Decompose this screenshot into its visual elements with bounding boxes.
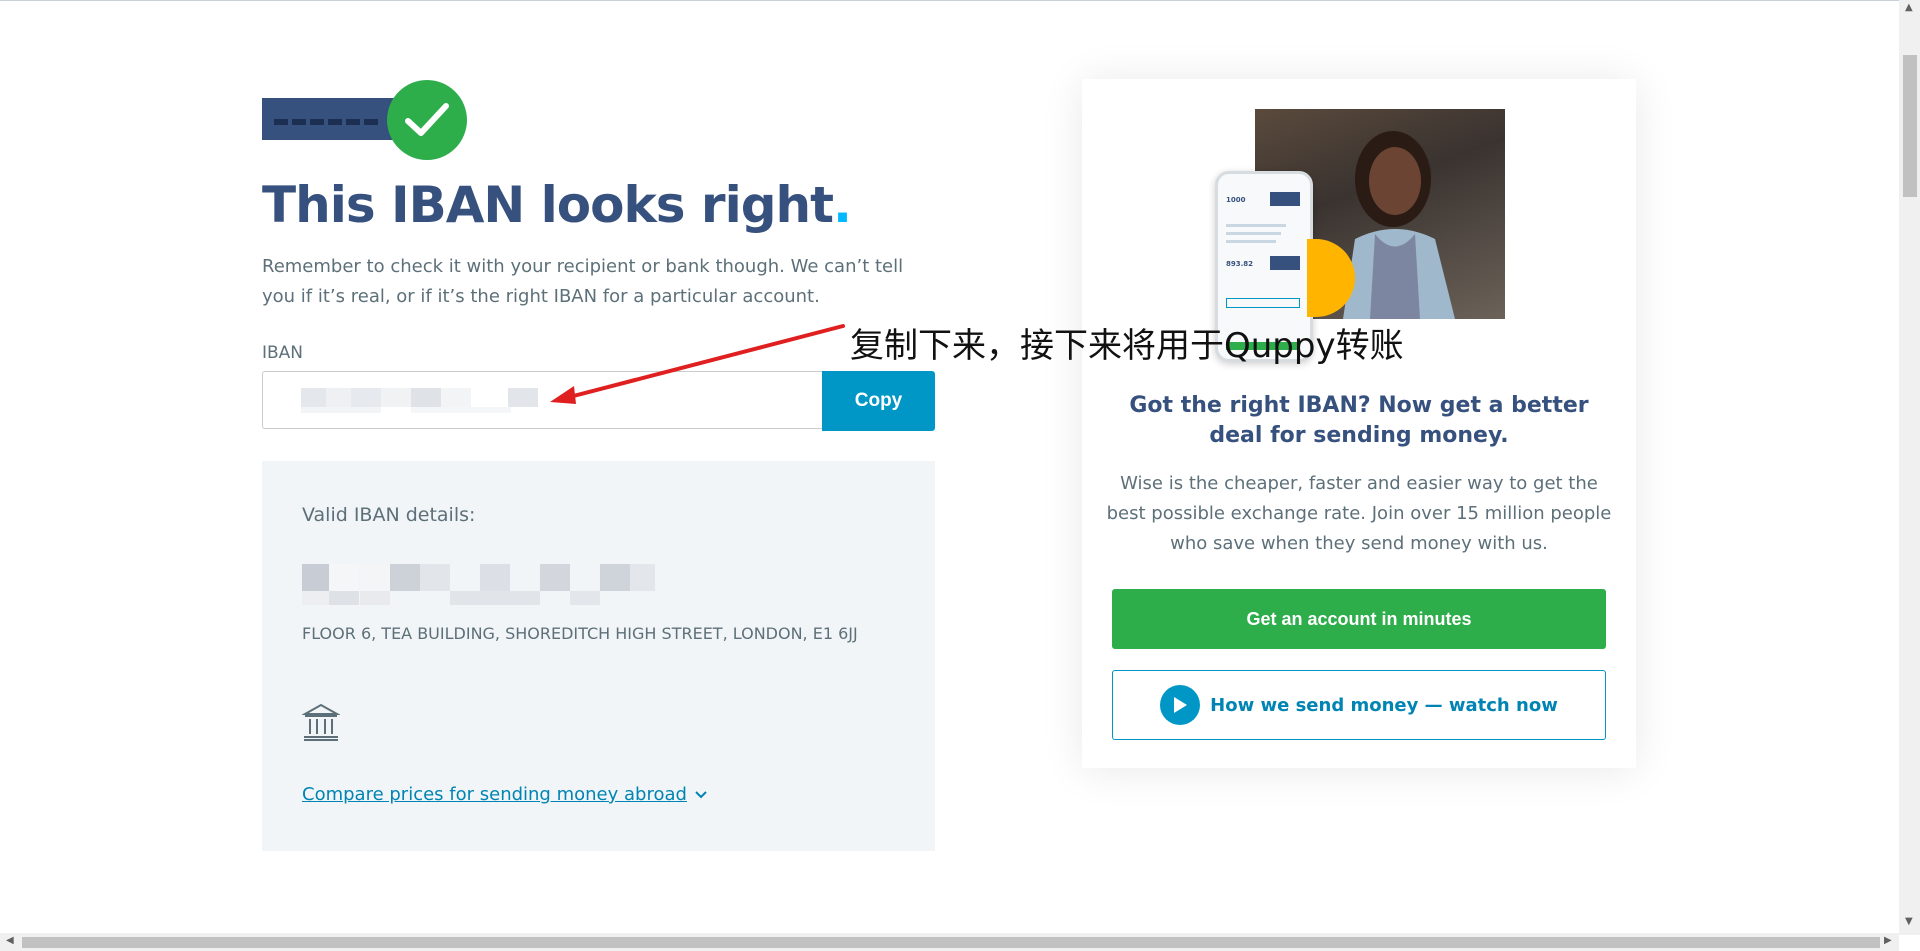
phone-amount: 893.82: [1226, 260, 1254, 268]
iban-details-panel: Valid IBAN details: FLOOR 6, TEA BUILDIN…: [262, 461, 935, 851]
iban-dash: [346, 119, 360, 125]
bank-name-redacted: [302, 564, 662, 610]
horizontal-scrollbar-thumb[interactable]: [22, 937, 1880, 948]
page-title-text: This IBAN looks right: [262, 176, 834, 234]
scroll-right-icon[interactable]: ▶: [1884, 935, 1892, 946]
page-title: This IBAN looks right.: [262, 176, 852, 234]
chevron-down-icon: [695, 790, 707, 798]
bank-address: FLOOR 6, TEA BUILDING, SHOREDITCH HIGH S…: [302, 624, 858, 643]
promo-card: 1000 893.82 Got the right IBAN? Now get …: [1082, 79, 1636, 768]
window-top-border: [0, 0, 1920, 1]
compare-prices-text: Compare prices for sending money abroad: [302, 784, 687, 805]
promo-image: 1000 893.82: [1215, 109, 1505, 362]
check-icon: [387, 80, 467, 160]
promo-heading: Got the right IBAN? Now get a better dea…: [1129, 393, 1589, 448]
annotation-text: 复制下来，接下来将用于Quppy转账: [850, 326, 1404, 366]
play-icon: [1160, 685, 1201, 725]
scroll-left-icon[interactable]: ◀: [6, 935, 14, 946]
iban-dash: [328, 119, 342, 125]
iban-dash: [310, 119, 324, 125]
watch-video-label: How we send money — watch now: [1210, 694, 1558, 716]
watch-video-button[interactable]: How we send money — watch now: [1112, 670, 1606, 740]
details-title: Valid IBAN details:: [302, 504, 476, 526]
iban-dash: [364, 119, 378, 125]
promo-body: Wise is the cheaper, faster and easier w…: [1106, 473, 1612, 554]
get-account-button[interactable]: Get an account in minutes: [1112, 589, 1606, 649]
annotation-arrow: [550, 324, 845, 404]
iban-value: [295, 372, 296, 373]
iban-dash: [274, 119, 288, 125]
compare-prices-link[interactable]: Compare prices for sending money abroad: [302, 784, 707, 805]
phone-amount: 1000: [1226, 196, 1246, 204]
title-accent-dot: .: [833, 176, 852, 234]
bank-icon: [301, 702, 341, 742]
scroll-up-icon[interactable]: ▲: [1905, 2, 1913, 13]
scroll-down-icon[interactable]: ▼: [1905, 916, 1913, 927]
vertical-scrollbar-thumb[interactable]: [1903, 55, 1917, 197]
iban-dash: [292, 119, 306, 125]
iban-label: IBAN: [262, 343, 304, 363]
iban-valid-illustration: [262, 80, 468, 160]
intro-text: Remember to check it with your recipient…: [262, 256, 904, 307]
